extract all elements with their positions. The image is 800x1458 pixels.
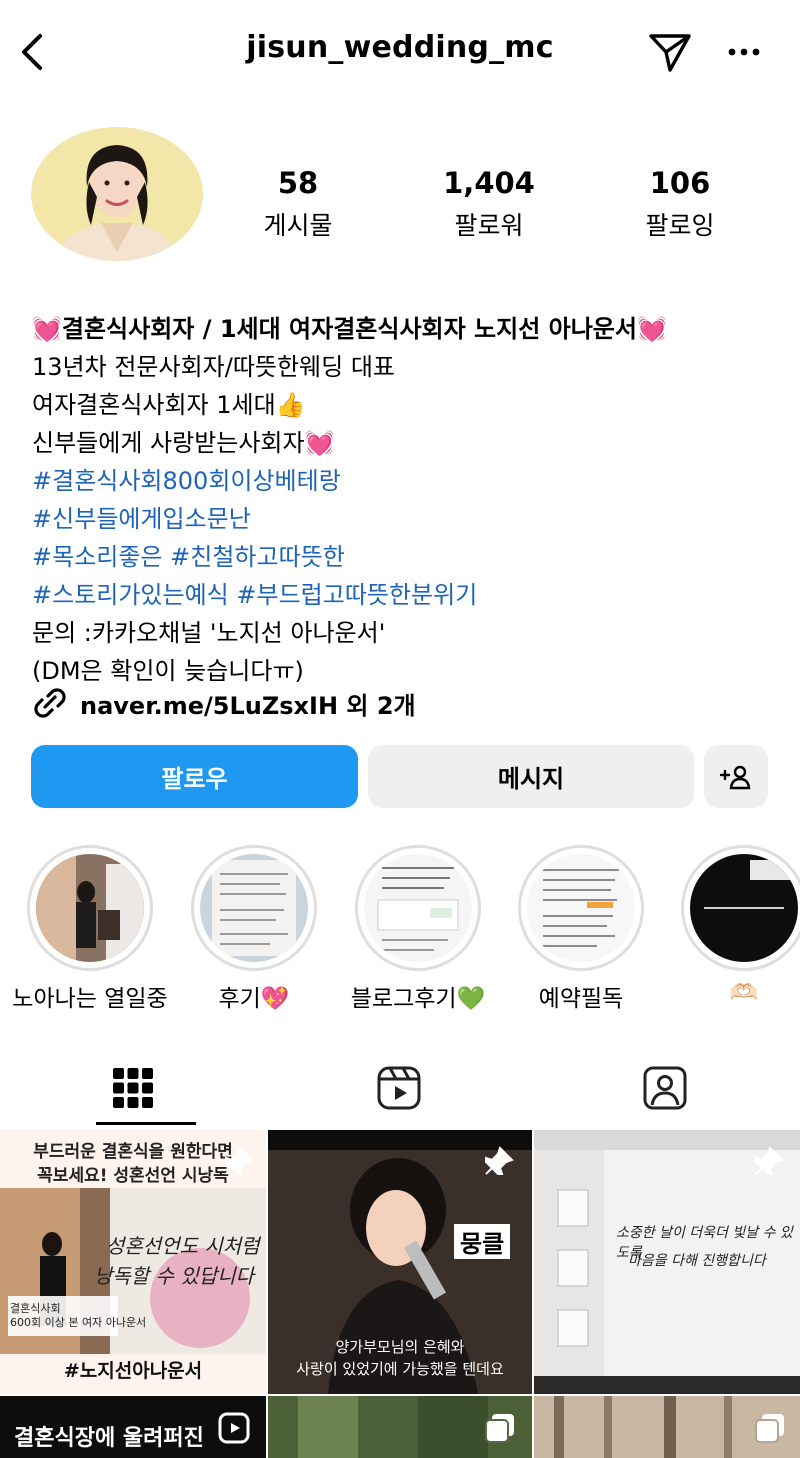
reel-icon [218,1412,250,1448]
external-link[interactable]: naver.me/5LuZsxIH 외 2개 [32,684,772,722]
message-button[interactable]: 메시지 [368,745,694,808]
post-caption: 600회 이상 본 여자 아나운서 [10,1316,147,1329]
profile-bio: 💓결혼식사회자 / 1세대 여자결혼식사회자 노지선 아나운서💓 13년차 전문… [32,310,772,690]
bio-name-line: 💓결혼식사회자 / 1세대 여자결혼식사회자 노지선 아나운서💓 [32,310,772,348]
tagged-person-icon [643,1066,687,1110]
story-highlight[interactable]: 노아나는 열일중 [12,845,168,1012]
bio-line: 13년차 전문사회자/따뜻한웨딩 대표 [32,353,396,381]
post-thumbnail[interactable] [268,1396,532,1458]
tab-posts-grid[interactable] [0,1048,266,1128]
grid-icon [113,1068,153,1108]
post-badge-text: 뭉클 [454,1224,511,1259]
hashtag-link[interactable]: #신부들에게입소문난 [32,500,772,538]
follow-button[interactable]: 팔로우 [31,745,358,808]
posts-count-value: 58 [277,166,319,200]
post-script-text: 성혼선언도 시처럼 [106,1234,260,1258]
carousel-icon [484,1412,516,1448]
followers-count-value: 1,404 [443,166,535,200]
bio-hashtag-row: #목소리좋은 #친철하고따뜻한 [32,538,772,576]
bio-contact: 문의 :카카오채널 '노지선 아나운서' [32,619,386,647]
pinned-post-icon [750,1144,786,1180]
post-subtitle: 사랑이 있었기에 가능했을 텐데요 [296,1360,504,1378]
bio-line: 신부들에게 사랑받는사회자💓 [32,424,772,462]
hashtag-link[interactable]: #친철하고따뜻한 [170,543,345,571]
external-link-text: naver.me/5LuZsxIH 외 2개 [80,692,416,720]
profile-avatar[interactable] [31,127,203,261]
following-count[interactable]: 106 팔로잉 [600,166,760,242]
post-thumbnail[interactable]: 뭉클 양가부모님의 은혜와 사랑이 있었기에 가능했을 텐데요 [268,1130,532,1394]
followers-count-label: 팔로워 [454,211,524,240]
posts-count-label: 게시물 [263,211,333,240]
followers-count[interactable]: 1,404 팔로워 [409,166,569,242]
hashtag-link[interactable]: #목소리좋은 [32,543,163,571]
story-highlight[interactable]: 블로그후기💚 [351,845,485,1012]
thumbs-up-emoji-icon: 👍 [275,391,306,419]
story-highlight[interactable]: 예약필독 [518,845,644,1012]
following-count-label: 팔로잉 [645,211,715,240]
tab-tagged[interactable] [532,1048,798,1128]
hashtag-link[interactable]: #스토리가있는예식 [32,581,229,609]
highlight-cover [690,854,798,962]
story-highlight[interactable]: 후기💖 [191,845,317,1012]
bio-line-text: 여자결혼식사회자 1세대 [32,391,276,419]
bio-line-text: 신부들에게 사랑받는사회자 [32,429,305,457]
posts-count[interactable]: 58 게시물 [218,166,378,242]
send-message-icon[interactable] [646,28,694,76]
highlight-cover [364,854,472,962]
suggest-users-button[interactable] [704,745,768,808]
pinned-post-icon [480,1144,516,1180]
post-subtitle: 양가부모님의 은혜와 [335,1338,465,1356]
highlight-label: 🫶🏻 [729,980,759,1006]
link-chain-icon [32,686,68,720]
highlight-cover [200,854,308,962]
heart-emoji-icon: 💓 [636,315,667,343]
highlight-ring [355,845,481,971]
heart-emoji-icon: 💓 [32,315,62,343]
highlight-ring [27,845,153,971]
reels-icon [377,1066,421,1110]
highlight-ring [681,845,800,971]
hashtag-link[interactable]: #부드럽고따뜻한분위기 [236,581,477,609]
highlight-ring [191,845,317,971]
highlight-cover [36,854,144,962]
post-thumbnail[interactable] [534,1396,800,1458]
post-thumbnail[interactable]: 소중한 날이 더욱더 빛날 수 있도록 마음을 다해 진행합니다 [534,1130,800,1394]
following-count-value: 106 [649,166,711,200]
bio-hashtag-row: #스토리가있는예식 #부드럽고따뜻한분위기 [32,576,772,614]
profile-tabs [0,1048,800,1128]
more-options-icon[interactable] [722,28,770,76]
bio-line: 여자결혼식사회자 1세대👍 [32,386,772,424]
story-highlight[interactable]: 🫶🏻 [681,845,800,1006]
post-hashtag: #노지선아나운서 [63,1360,203,1382]
add-person-icon [719,765,751,789]
post-script-text: 낭독할 수 있답니다 [94,1264,254,1288]
post-thumbnail[interactable]: 결혼식장에 울려퍼진 [0,1396,266,1458]
post-title-line: 결혼식장에 울려퍼진 [14,1426,204,1451]
post-script-text: 마음을 다해 진행합니다 [628,1253,766,1269]
post-thumbnail[interactable]: 부드러운 결혼식을 원한다면 꼭보세요! 성혼선언 시낭독 성혼선언도 시처럼 … [0,1130,266,1394]
pinned-post-icon [220,1144,256,1180]
hashtag-link[interactable]: #결혼식사회800회이상베테랑 [32,462,772,500]
top-bar: jisun_wedding_mc [0,0,800,104]
highlight-cover [527,854,635,962]
bio-name-text: 결혼식사회자 / 1세대 여자결혼식사회자 노지선 아나운서 [61,315,637,343]
carousel-icon [754,1412,786,1448]
active-tab-indicator [96,1122,196,1125]
heart-emoji-icon: 💓 [304,429,335,457]
tab-reels[interactable] [266,1048,532,1128]
highlight-ring [518,845,644,971]
